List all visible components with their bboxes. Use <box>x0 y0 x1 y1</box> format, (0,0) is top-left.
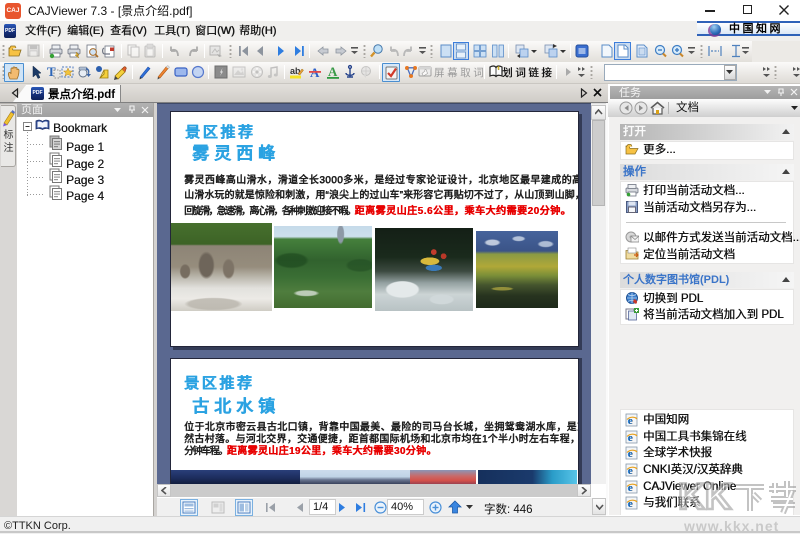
svg-text:A: A <box>328 64 338 79</box>
svg-text:KK: KK <box>678 476 732 516</box>
svg-text:T: T <box>47 64 56 79</box>
